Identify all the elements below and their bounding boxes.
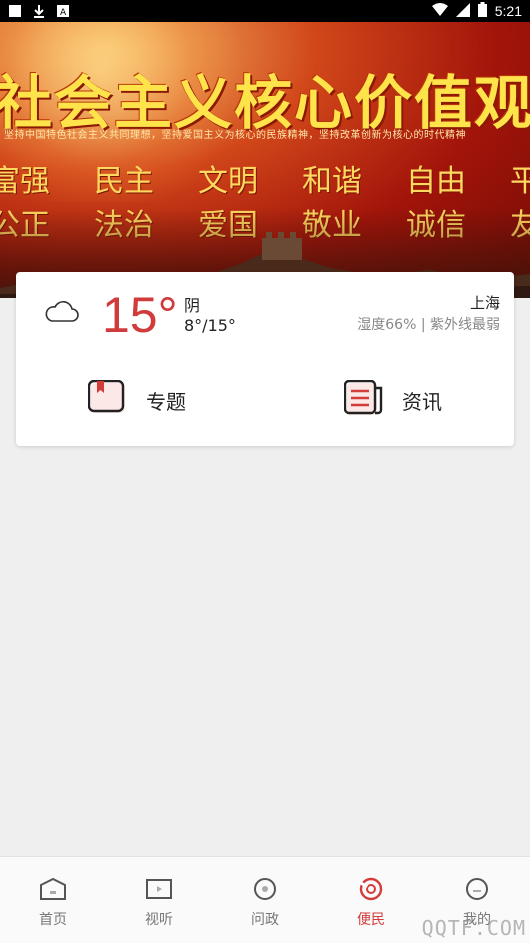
- cloud-icon: [44, 298, 80, 328]
- core-values-banner[interactable]: 社会主义核心价值观 坚持中国特色社会主义共同理想，坚持爱国主义为核心的民族精神，…: [0, 22, 530, 298]
- news-label: 资讯: [402, 389, 442, 414]
- nav-item-home[interactable]: 首页: [0, 857, 106, 943]
- tv-icon: [145, 877, 173, 905]
- signal-icon: [455, 2, 470, 20]
- temperature: 15°: [102, 287, 178, 343]
- watermark: QQTF.COM: [421, 916, 526, 940]
- status-time: 5:21: [494, 3, 522, 19]
- nav-label-inquiry: 问政: [251, 912, 279, 928]
- profile-icon: [463, 877, 491, 905]
- home-icon: [39, 877, 67, 905]
- topics-shortcut[interactable]: 专题: [87, 379, 186, 420]
- banner-value: 和谐: [302, 164, 362, 199]
- weather-detail: 湿度66% | 紫外线最弱: [357, 317, 500, 333]
- temperature-range: 8°/15°: [184, 316, 236, 335]
- topics-label: 专题: [146, 389, 186, 414]
- weather-condition: 阴: [184, 296, 201, 315]
- nav-item-av[interactable]: 视听: [106, 857, 212, 943]
- wifi-icon: [431, 2, 448, 20]
- city-name: 上海: [469, 294, 500, 312]
- banner-value: 平等: [510, 164, 530, 199]
- banner-value: 文明: [198, 164, 258, 199]
- banner-value: 民主: [94, 164, 154, 199]
- nav-label-services: 便民: [357, 912, 385, 928]
- nav-item-services[interactable]: 便民: [318, 857, 424, 943]
- status-bar: A 5:21: [0, 0, 530, 22]
- banner-values-row: 富强 民主 文明 和谐 自由 平等: [0, 156, 530, 200]
- weather-card: 15° 阴 8°/15° 上海 湿度66% | 紫外线最弱 专题 资讯: [16, 272, 514, 446]
- app-notification-icon: A: [56, 3, 70, 22]
- nav-label-home: 首页: [39, 912, 67, 928]
- question-circle-icon: [251, 877, 279, 905]
- newspaper-icon: [343, 379, 384, 420]
- nav-item-inquiry[interactable]: 问政: [212, 857, 318, 943]
- bookmark-book-icon: [87, 379, 128, 420]
- banner-value: 富强: [0, 164, 50, 199]
- service-circle-icon: [357, 877, 385, 905]
- news-shortcut[interactable]: 资讯: [343, 379, 442, 420]
- banner-slogan: 坚持中国特色社会主义共同理想，坚持爱国主义为核心的民族精神，坚持改革创新为核心的…: [4, 130, 466, 141]
- nav-label-av: 视听: [145, 912, 173, 928]
- banner-value: 自由: [406, 164, 466, 199]
- battery-icon: [477, 2, 487, 20]
- notification-square-icon: [8, 3, 22, 22]
- download-icon: [32, 3, 46, 22]
- svg-text:A: A: [60, 8, 67, 18]
